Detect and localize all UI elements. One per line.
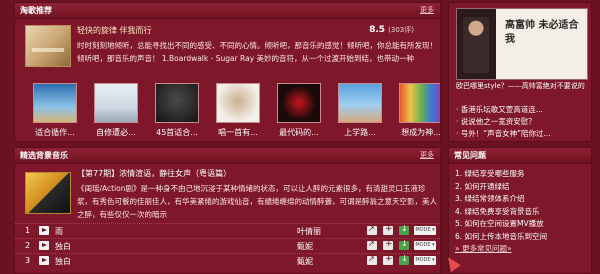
page: 淘歌推荐 更多 轻快的旋律 伴我而行 8.5 (303评) 时时刻刻地倾听，总能… [0,0,600,274]
news-item[interactable]: · 号外！“声音女神”陪你过... [456,128,588,140]
album-caption[interactable]: 自修遭必... [94,127,138,138]
music-more-link[interactable]: 更多 [420,148,434,163]
promo-person-image [463,17,489,73]
news-item[interactable]: · 说说他之一宽资安慰？ [456,116,588,128]
play-icon[interactable] [39,226,49,235]
promo-caption[interactable]: 欧巴哪里style？——高帅富绝对不要说的 [456,81,586,91]
mode-dropdown[interactable]: MODE ▾ [414,226,436,235]
album-cover[interactable] [33,83,77,123]
track-number: 3 [25,256,31,265]
album-cover[interactable] [277,83,321,123]
faq-item[interactable]: 4. 绿结免费享受背景音乐 [455,206,589,219]
mode-dropdown[interactable]: MODE ▾ [414,241,436,250]
track-artist[interactable]: 甄妮 [297,241,313,252]
album-cover[interactable] [338,83,382,123]
featured-song-title[interactable]: 轻快的旋律 伴我而行 [77,25,152,36]
album-caption[interactable]: 适合循作... [33,127,77,138]
album-cover[interactable] [94,83,138,123]
share-icon[interactable] [367,239,377,250]
score-value: 8.5 [369,25,386,35]
promo-handwriting: 高富帅 未必适合我 [505,20,579,45]
faq-section-title: 常见问题 [454,151,486,160]
album-card[interactable]: 最代码的... [277,83,321,138]
mode-dropdown[interactable]: MODE ▾ [414,256,436,265]
track-title[interactable]: 独白 [55,241,71,252]
album-card[interactable]: 上学路... [338,83,382,138]
play-icon[interactable] [39,256,49,265]
download-icon[interactable] [399,254,409,265]
music-issue-title[interactable]: 【第77期】浓情渲语，静往女声（粤语篇） [77,168,231,179]
track-artist[interactable]: 叶倩丽 [297,226,321,237]
featured-panel: 淘歌推荐 更多 轻快的旋律 伴我而行 8.5 (303评) 时时刻刻地倾听，总能… [14,2,441,142]
track-row[interactable]: 2 独白 甄妮 MODE ▾ [15,238,440,253]
promo-caption-text[interactable]: 欧巴哪里style？——高帅富绝对不要说的 [456,82,585,90]
album-caption[interactable]: 想成为神... [399,127,440,138]
faq-item[interactable]: 6. 如何上传本地音乐到空间 [455,231,589,244]
download-icon[interactable] [399,239,409,250]
album-card[interactable]: 45首适合... [155,83,199,138]
featured-description: 时时刻刻地倾听，总能寻找出不同的感受、不同的心情。倾听吧，那音乐的感觉！倾听吧，… [77,41,437,63]
faq-panel: 常见问题 1. 绿结享受哪些服务 2. 如何开通绿结 3. 绿结常领体系介绍 4… [448,147,592,274]
music-description: 《闺瑶/Action剧》是一种身不由己地沉浸于某种情绪的状态，可以让人醉的元素很… [77,184,437,219]
album-caption[interactable]: 最代码的... [277,127,321,138]
add-icon[interactable] [383,224,393,235]
album-caption[interactable]: 45首适合... [155,127,199,138]
album-cover[interactable] [155,83,199,123]
featured-score: 8.5 (303评) [369,25,414,35]
featured-section-title: 淘歌推荐 [20,6,52,15]
track-number: 2 [25,241,31,250]
featured-header: 淘歌推荐 更多 [15,3,440,19]
add-icon[interactable] [383,239,393,250]
album-cover[interactable] [399,83,440,123]
album-caption[interactable]: 唱一首有... [216,127,260,138]
track-artist[interactable]: 甄妮 [297,256,313,267]
faq-item[interactable]: 2. 如何开通绿结 [455,181,589,194]
faq-item[interactable]: 3. 绿结常领体系介绍 [455,193,589,206]
album-cover[interactable] [216,83,260,123]
track-row[interactable]: 3 独白 甄妮 MODE ▾ [15,253,440,268]
track-title[interactable]: 雨 [55,226,63,237]
music-header: 精选背景音乐 更多 [15,148,440,164]
promo-panel: 高富帅 未必适合我 欧巴哪里style？——高帅富绝对不要说的 · 香港乐坛歌又… [448,2,592,142]
play-icon[interactable] [39,241,49,250]
share-icon[interactable] [367,254,377,265]
faq-header: 常见问题 [449,148,591,164]
track-title[interactable]: 独白 [55,256,71,267]
album-caption[interactable]: 上学路... [338,127,382,138]
album-card[interactable]: 适合循作... [33,83,77,138]
album-card[interactable]: 想成为神... [399,83,440,138]
add-icon[interactable] [383,254,393,265]
faq-item[interactable]: 1. 绿结享受哪些服务 [455,168,589,181]
share-icon[interactable] [367,224,377,235]
music-cover-image[interactable] [25,172,71,214]
featured-more-link[interactable]: 更多 [420,3,434,18]
news-item[interactable]: · 香港乐坛歌又萱高道连... [456,104,588,116]
faq-item[interactable]: 5. 如何在空间设置MV播放 [455,218,589,231]
album-card[interactable]: 自修遭必... [94,83,138,138]
download-icon[interactable] [399,224,409,235]
music-section-title: 精选背景音乐 [20,151,68,160]
faq-list: 1. 绿结享受哪些服务 2. 如何开通绿结 3. 绿结常领体系介绍 4. 绿结免… [455,168,589,256]
news-list: · 香港乐坛歌又萱高道连... · 说说他之一宽资安慰？ · 号外！“声音女神”… [456,104,588,140]
track-number: 1 [25,226,31,235]
featured-cover-image[interactable] [25,25,71,67]
background-music-panel: 精选背景音乐 更多 【第77期】浓情渲语，静往女声（粤语篇） 《闺瑶/Actio… [14,147,441,274]
promo-banner[interactable]: 高富帅 未必适合我 [456,8,588,80]
faq-more-link[interactable]: » 更多常见问题» [455,243,589,256]
album-card[interactable]: 唱一首有... [216,83,260,138]
album-strip: 适合循作... 自修遭必... 45首适合... 唱一首有... 最代码的...… [33,83,440,141]
track-row[interactable]: 1 雨 叶倩丽 MODE ▾ [15,223,440,238]
score-count: (303评) [388,26,414,34]
